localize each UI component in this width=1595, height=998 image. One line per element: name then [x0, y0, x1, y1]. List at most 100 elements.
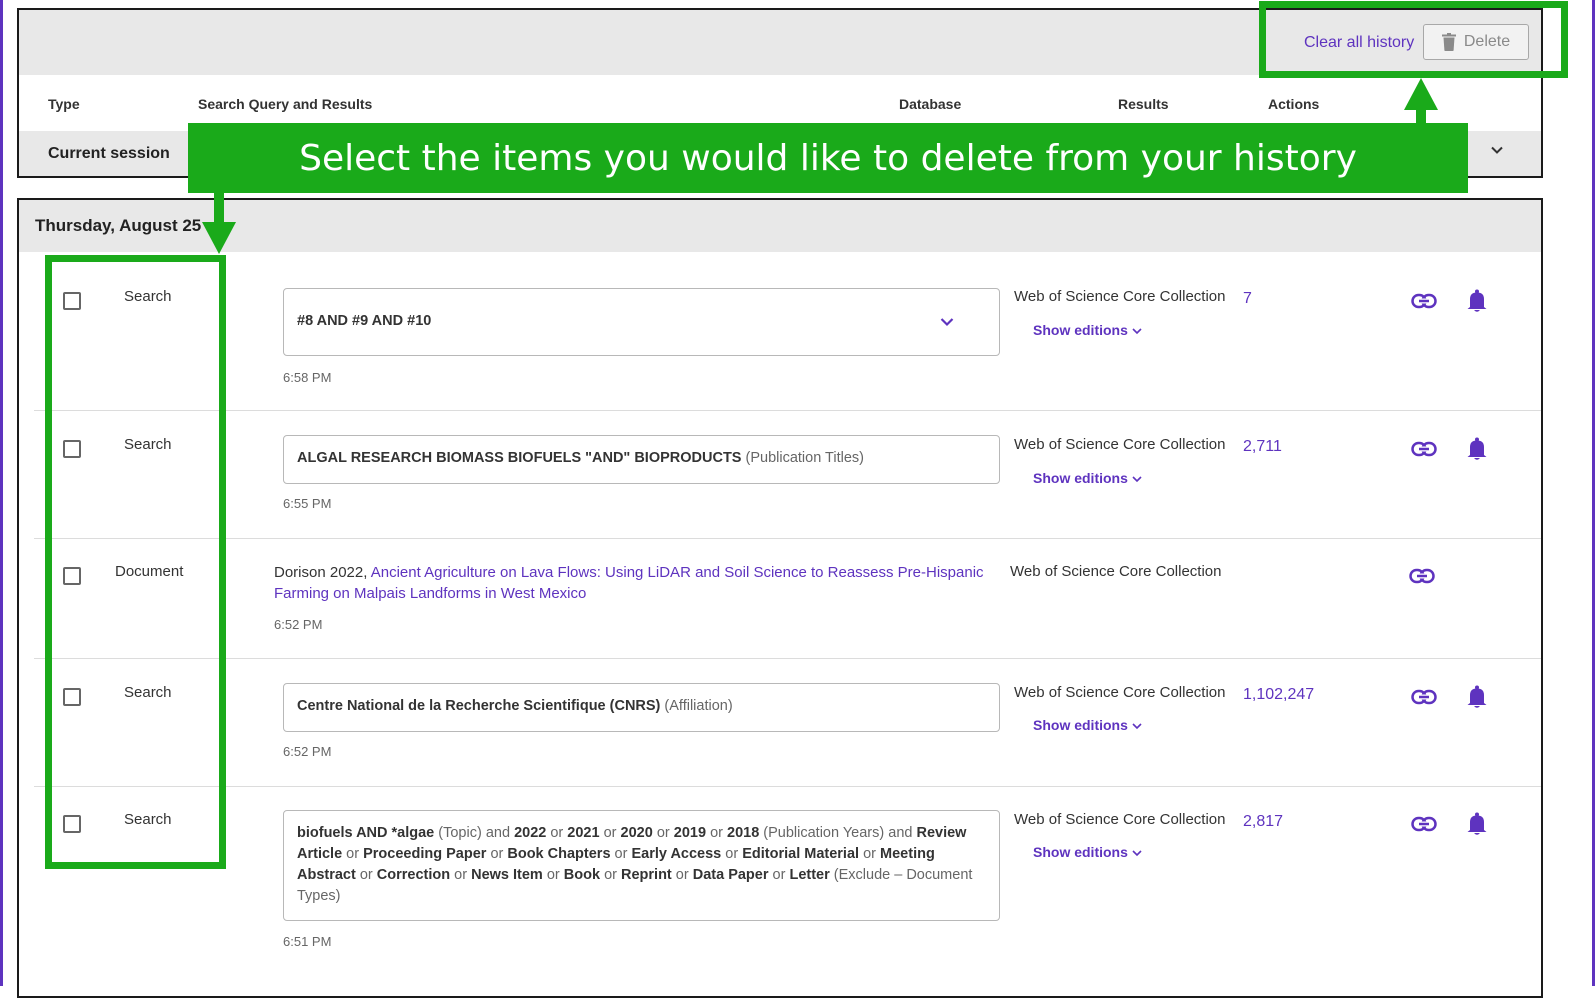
document-author-year: Dorison 2022, [274, 564, 368, 581]
entry-time: 6:55 PM [283, 496, 332, 511]
arrow-down-icon [202, 222, 236, 254]
entry-time: 6:58 PM [283, 370, 332, 385]
link-icon[interactable] [1411, 441, 1437, 457]
result-count-link[interactable]: 1,102,247 [1243, 686, 1314, 704]
entry-database: Web of Science Core Collection [1010, 563, 1222, 580]
query-term: Letter [789, 867, 830, 883]
query-operator: and [888, 825, 913, 841]
chevron-down-icon [1132, 476, 1142, 483]
entry-database: Web of Science Core Collection [1014, 811, 1226, 828]
show-editions-label: Show editions [1033, 717, 1128, 733]
query-text: #8 AND #9 AND #10 [297, 313, 432, 329]
arrow-shaft [214, 192, 224, 224]
query-term: Correction [376, 867, 451, 883]
link-icon[interactable] [1411, 293, 1437, 309]
query-field: (Publication Years) [763, 825, 885, 841]
query-box[interactable]: biofuels AND *algae (Topic) and 2022 or … [283, 810, 1000, 921]
query-term: Editorial Material [742, 846, 860, 862]
bell-icon[interactable] [1466, 437, 1488, 461]
query-term: 2020 [620, 825, 653, 841]
bell-icon[interactable] [1466, 289, 1488, 313]
instruction-banner: Select the items you would like to delet… [188, 123, 1468, 193]
entry-database: Web of Science Core Collection [1014, 288, 1226, 305]
delete-controls-highlight [1259, 1, 1568, 78]
query-operator: or [550, 825, 564, 841]
document-reference: Dorison 2022, Ancient Agriculture on Lav… [274, 562, 984, 604]
query-term: Early Access [631, 846, 722, 862]
query-term: 2019 [673, 825, 707, 841]
row-divider [34, 786, 1541, 787]
arrow-shaft [1416, 108, 1426, 124]
entry-database: Web of Science Core Collection [1014, 436, 1226, 453]
result-count-link[interactable]: 2,711 [1243, 438, 1282, 456]
query-operator: or [710, 825, 723, 841]
current-session-label: Current session [48, 145, 170, 162]
row-divider [34, 538, 1541, 539]
query-term: 2022 [514, 825, 547, 841]
show-editions-link[interactable]: Show editions [1033, 470, 1142, 486]
query-operator: or [863, 846, 876, 862]
link-icon[interactable] [1411, 689, 1437, 705]
show-editions-link[interactable]: Show editions [1033, 322, 1142, 338]
query-text: Centre National de la Recherche Scientif… [297, 698, 661, 714]
result-count-link[interactable]: 2,817 [1243, 813, 1283, 831]
column-header-results: Results [1118, 96, 1169, 112]
document-title-link[interactable]: Ancient Agriculture on Lava Flows: Using… [274, 564, 984, 602]
query-text: ALGAL RESEARCH BIOMASS BIOFUELS "AND" BI… [297, 450, 742, 466]
query-field: (Affiliation) [664, 698, 733, 714]
query-term: Book [563, 867, 601, 883]
column-header-type: Type [48, 96, 80, 112]
show-editions-label: Show editions [1033, 322, 1128, 338]
query-box[interactable]: ALGAL RESEARCH BIOMASS BIOFUELS "AND" BI… [283, 435, 1000, 484]
show-editions-label: Show editions [1033, 470, 1128, 486]
query-operator: and [485, 825, 511, 841]
chevron-down-icon [1132, 328, 1142, 335]
entry-time: 6:51 PM [283, 934, 332, 949]
link-icon[interactable] [1409, 568, 1435, 584]
query-field: (Publication Titles) [745, 450, 864, 466]
chevron-down-icon [1132, 850, 1142, 857]
checkbox-column-highlight [45, 255, 226, 869]
bell-icon[interactable] [1466, 812, 1488, 836]
entry-time: 6:52 PM [274, 617, 323, 632]
column-header-query: Search Query and Results [198, 96, 373, 112]
query-operator: or [725, 846, 739, 862]
date-group-label: Thursday, August 25 [35, 216, 202, 235]
query-operator: or [546, 867, 560, 883]
query-operator: or [614, 846, 628, 862]
query-term: Reprint [621, 867, 672, 883]
query-term: Data Paper [692, 867, 769, 883]
query-operator: or [359, 867, 373, 883]
query-term: 2021 [567, 825, 600, 841]
query-operator: or [454, 867, 468, 883]
query-term: biofuels AND *algae [297, 825, 435, 841]
left-edge-rule [0, 0, 3, 986]
chevron-down-icon [1132, 723, 1142, 730]
bell-icon[interactable] [1466, 685, 1488, 709]
show-editions-link[interactable]: Show editions [1033, 717, 1142, 733]
query-operator: or [772, 867, 786, 883]
query-operator: or [490, 846, 504, 862]
arrow-up-icon [1404, 78, 1438, 110]
entry-database: Web of Science Core Collection [1014, 684, 1226, 701]
query-field: (Topic) [438, 825, 482, 841]
column-header-actions: Actions [1268, 96, 1320, 112]
history-list-panel: Thursday, August 25 Search #8 AND #9 AND… [17, 198, 1543, 998]
column-header-database: Database [899, 96, 962, 112]
query-box[interactable]: Centre National de la Recherche Scientif… [283, 683, 1000, 732]
chevron-down-icon[interactable] [1489, 142, 1505, 158]
result-count-link[interactable]: 7 [1243, 290, 1252, 308]
query-box[interactable]: #8 AND #9 AND #10 [283, 288, 1000, 356]
show-editions-link[interactable]: Show editions [1033, 844, 1142, 860]
query-operator: or [346, 846, 360, 862]
query-operator: or [675, 867, 689, 883]
show-editions-label: Show editions [1033, 844, 1128, 860]
query-term: News Item [471, 867, 543, 883]
query-operator: or [604, 867, 617, 883]
query-operator: or [603, 825, 617, 841]
chevron-down-icon[interactable] [939, 314, 955, 330]
query-term: Book Chapters [507, 846, 611, 862]
entry-time: 6:52 PM [283, 744, 332, 759]
row-divider [34, 410, 1541, 411]
link-icon[interactable] [1411, 816, 1437, 832]
